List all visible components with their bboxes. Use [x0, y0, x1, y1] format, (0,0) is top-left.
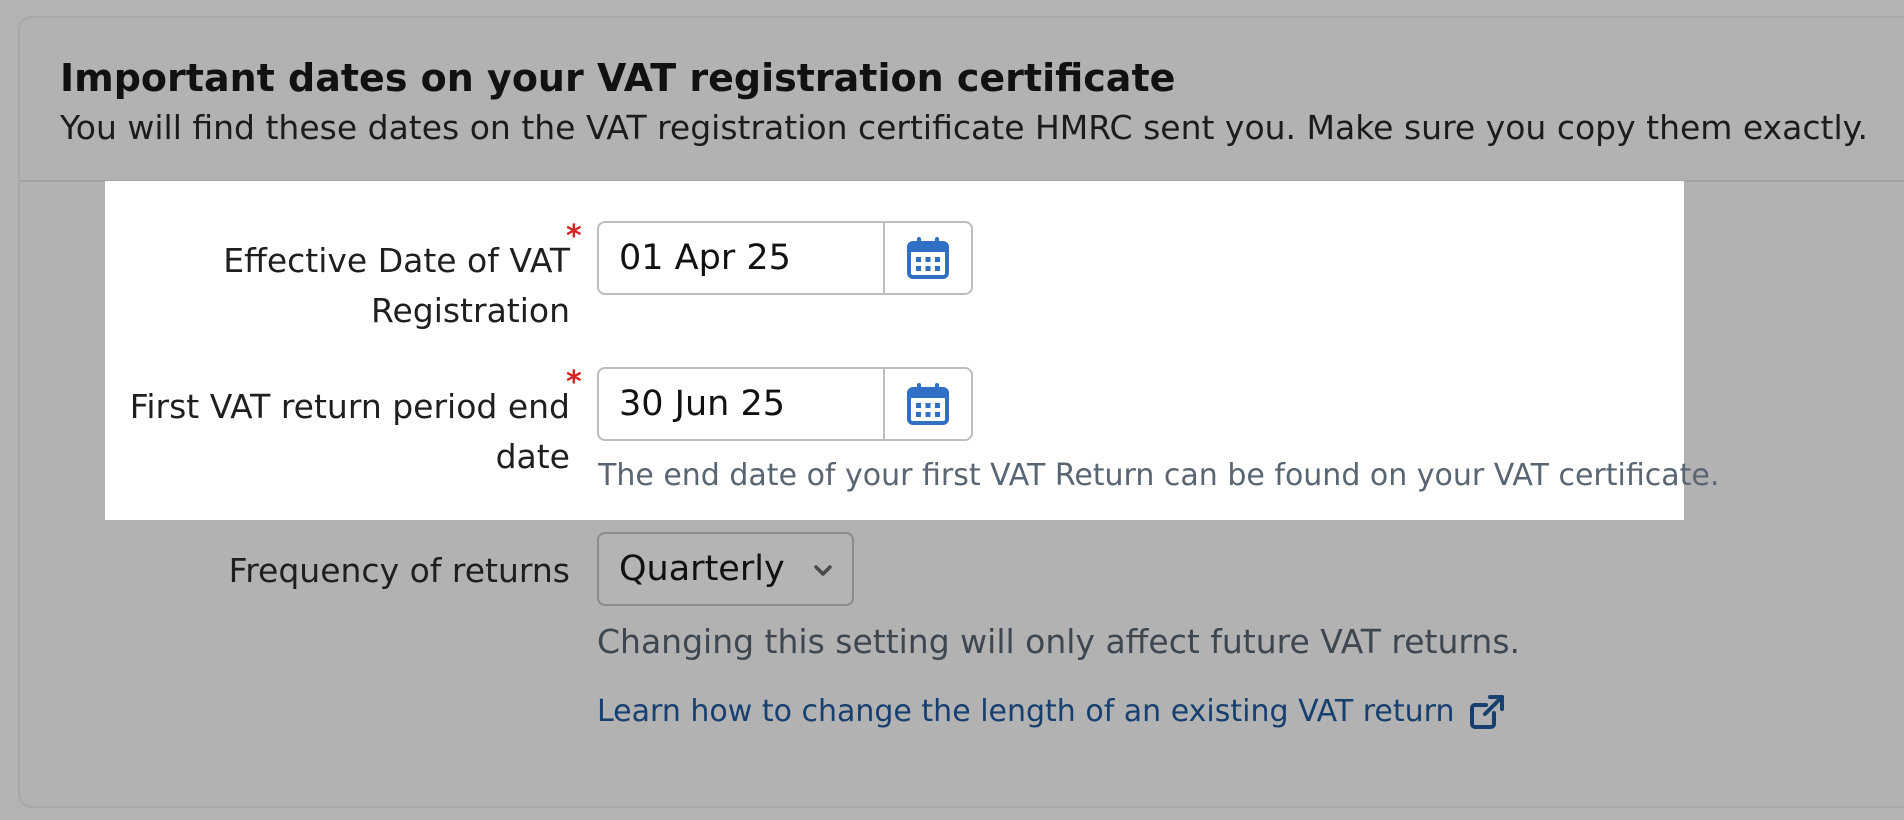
- effective-date-calendar-button[interactable]: [885, 223, 971, 293]
- learn-change-length-link[interactable]: Learn how to change the length of an exi…: [597, 692, 1506, 732]
- calendar-icon: [907, 383, 949, 425]
- first-return-end-value[interactable]: 30 Jun 25: [599, 369, 885, 439]
- effective-date-label-line2: Registration: [371, 291, 570, 330]
- first-return-end-label-line1: First VAT return period end: [129, 387, 570, 426]
- frequency-hint: Changing this setting will only affect f…: [597, 622, 1521, 661]
- panel-title: Important dates on your VAT registration…: [60, 56, 1176, 100]
- panel-header: Important dates on your VAT registration…: [20, 18, 1904, 182]
- frequency-label: Frequency of returns: [228, 551, 570, 590]
- chevron-down-icon: [814, 565, 832, 576]
- calendar-icon: [907, 237, 949, 279]
- effective-date-input[interactable]: 01 Apr 25: [597, 221, 973, 295]
- required-asterisk: *: [566, 219, 582, 254]
- first-return-end-hint: The end date of your first VAT Return ca…: [598, 458, 1720, 493]
- effective-date-label-line1: Effective Date of VAT: [223, 241, 570, 280]
- frequency-select[interactable]: Quarterly: [597, 532, 854, 606]
- frequency-selected-value: Quarterly: [619, 549, 785, 589]
- effective-date-label: Effective Date of VAT Registration: [140, 236, 570, 336]
- first-return-end-input[interactable]: 30 Jun 25: [597, 367, 973, 441]
- first-return-end-label: First VAT return period end date: [100, 382, 570, 482]
- learn-link-text: Learn how to change the length of an exi…: [597, 694, 1455, 729]
- first-return-end-calendar-button[interactable]: [885, 369, 971, 439]
- first-return-end-label-line2: date: [495, 437, 570, 476]
- effective-date-value[interactable]: 01 Apr 25: [599, 223, 885, 293]
- external-link-icon: [1470, 695, 1505, 729]
- required-asterisk: *: [566, 365, 582, 400]
- panel-subtitle: You will find these dates on the VAT reg…: [60, 108, 1868, 147]
